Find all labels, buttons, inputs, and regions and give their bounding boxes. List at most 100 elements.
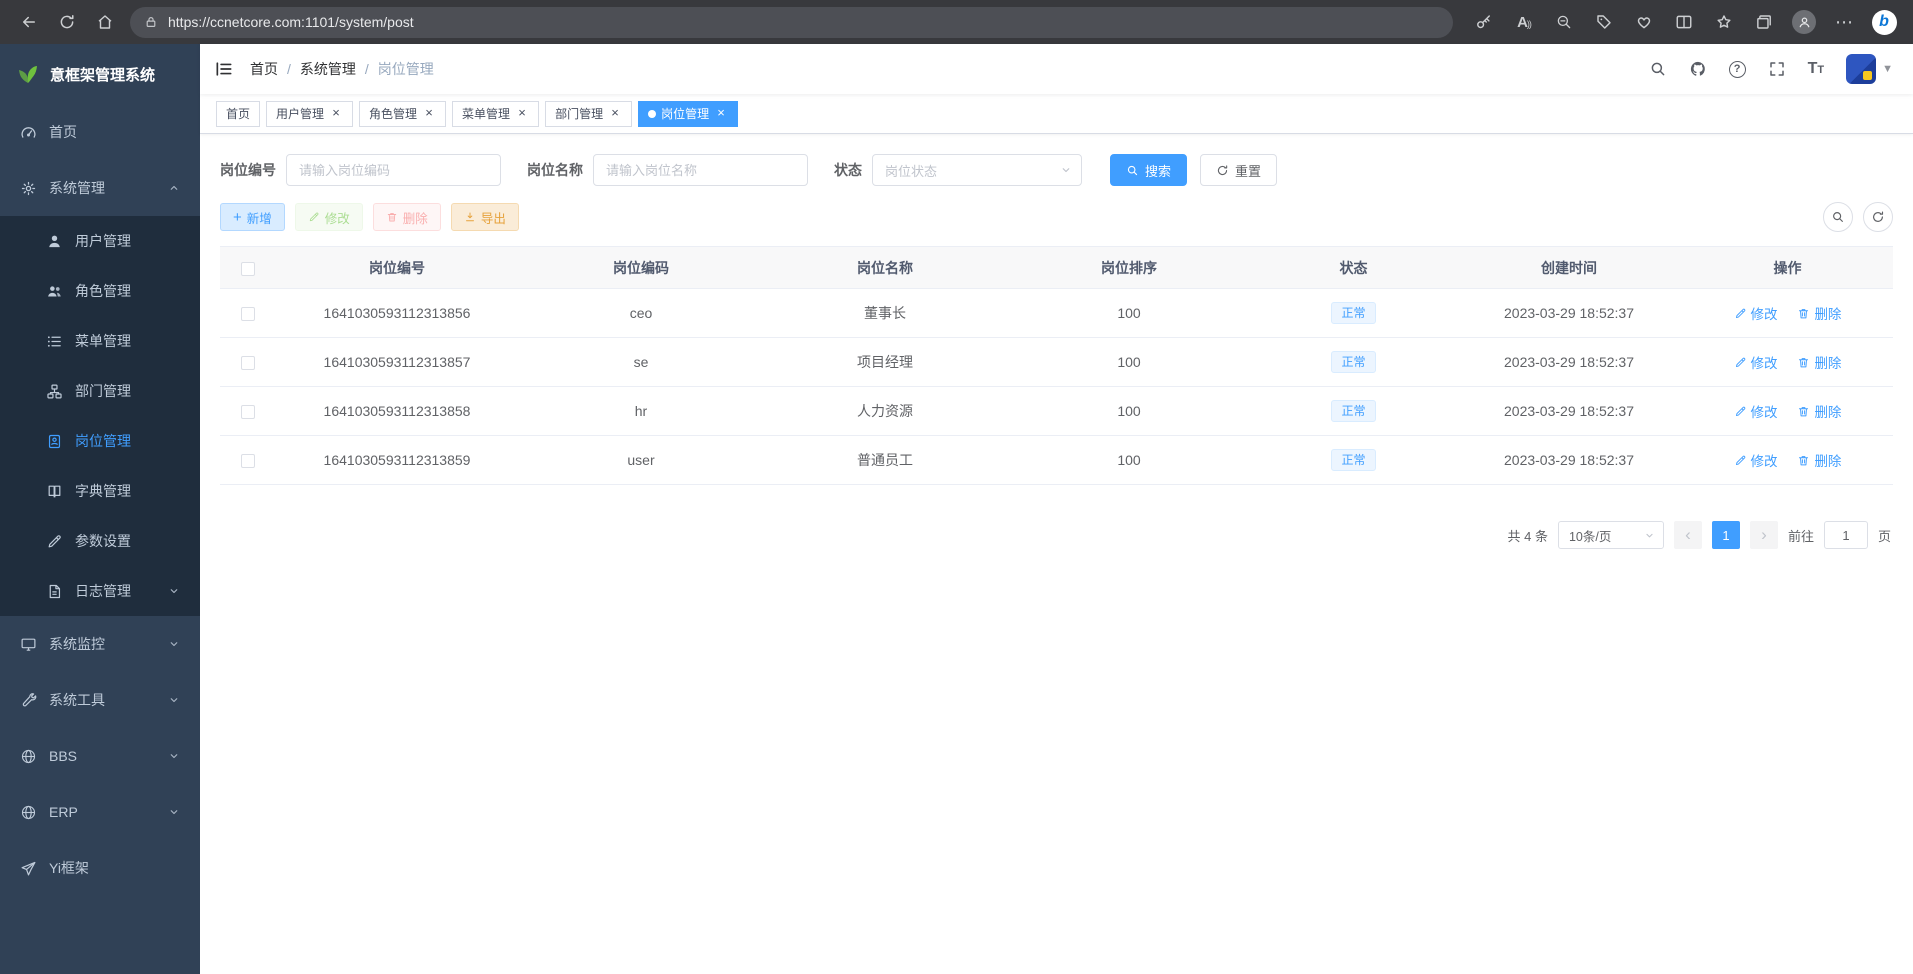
close-tab-icon[interactable]: × [714, 107, 728, 121]
chevron-down-icon [168, 585, 180, 597]
row-delete-button[interactable]: 删除 [1797, 352, 1841, 372]
sidebar-item-roles[interactable]: 角色管理 [0, 266, 200, 316]
add-button[interactable]: + 新增 [220, 203, 285, 231]
sidebar-item-logs[interactable]: 日志管理 [0, 566, 200, 616]
sidebar-item-departments[interactable]: 部门管理 [0, 366, 200, 416]
sidebar-item-yi-framework[interactable]: Yi框架 [0, 840, 200, 896]
status-select[interactable]: 岗位状态 [872, 154, 1082, 186]
back-button[interactable] [10, 5, 48, 39]
fullscreen-icon[interactable] [1768, 60, 1786, 78]
breadcrumb-system[interactable]: 系统管理 [300, 59, 356, 79]
document-icon [46, 583, 63, 600]
delete-button[interactable]: 删除 [373, 203, 441, 231]
zoom-button[interactable] [1545, 5, 1583, 39]
refresh-button[interactable] [48, 5, 86, 39]
browser-menu-button[interactable]: ⋯ [1825, 5, 1863, 39]
browser-toolbar: https://ccnetcore.com:1101/system/post A… [0, 0, 1913, 44]
breadcrumb: 首页 / 系统管理 / 岗位管理 [250, 59, 434, 79]
sidebar-item-bbs[interactable]: BBS [0, 728, 200, 784]
edit-button[interactable]: 修改 [295, 203, 363, 231]
row-edit-button[interactable]: 修改 [1734, 303, 1778, 323]
tab-label: 部门管理 [555, 105, 603, 122]
row-edit-button[interactable]: 修改 [1734, 401, 1778, 421]
close-tab-icon[interactable]: × [515, 107, 529, 121]
tab-role-management[interactable]: 角色管理 × [359, 101, 446, 127]
close-tab-icon[interactable]: × [329, 107, 343, 121]
tab-post-management[interactable]: 岗位管理 × [638, 101, 738, 127]
goto-page-input[interactable] [1824, 521, 1868, 549]
url-text[interactable]: https://ccnetcore.com:1101/system/post [168, 14, 414, 30]
sidebar-toggle-icon[interactable] [214, 59, 234, 79]
cell-created-time: 2023-03-29 18:52:37 [1456, 436, 1682, 485]
prev-page-button[interactable]: ‹ [1674, 521, 1702, 549]
page-1-button[interactable]: 1 [1712, 521, 1740, 549]
app-logo[interactable]: 意框架管理系统 [0, 44, 200, 104]
post-code-input[interactable] [286, 154, 501, 186]
sidebar-item-tools[interactable]: 系统工具 [0, 672, 200, 728]
sidebar-item-posts[interactable]: 岗位管理 [0, 416, 200, 466]
cell-post-id: 1641030593112313857 [275, 338, 519, 387]
sidebar-item-menus[interactable]: 菜单管理 [0, 316, 200, 366]
tab-department-management[interactable]: 部门管理 × [545, 101, 632, 127]
reset-button-label: 重置 [1235, 161, 1261, 180]
row-checkbox[interactable] [241, 454, 255, 468]
search-button[interactable]: 搜索 [1110, 154, 1187, 186]
sidebar-item-erp[interactable]: ERP [0, 784, 200, 840]
row-edit-button[interactable]: 修改 [1734, 352, 1778, 372]
close-tab-icon[interactable]: × [422, 107, 436, 121]
select-all-checkbox[interactable] [241, 262, 255, 276]
favorites-button[interactable] [1705, 5, 1743, 39]
profile-button[interactable] [1785, 5, 1823, 39]
user-menu[interactable]: ▼ [1846, 54, 1893, 84]
address-bar[interactable]: https://ccnetcore.com:1101/system/post [130, 7, 1453, 38]
font-size-icon[interactable]: TT [1808, 61, 1825, 77]
sidebar-item-users[interactable]: 用户管理 [0, 216, 200, 266]
row-edit-button[interactable]: 修改 [1734, 450, 1778, 470]
tab-home[interactable]: 首页 [216, 101, 260, 127]
collections-button[interactable] [1745, 5, 1783, 39]
close-tab-icon[interactable]: × [608, 107, 622, 121]
read-aloud-button[interactable]: A)) [1505, 5, 1543, 39]
book-icon [46, 483, 63, 500]
row-checkbox[interactable] [241, 405, 255, 419]
cell-post-id: 1641030593112313858 [275, 387, 519, 436]
github-icon[interactable] [1689, 60, 1707, 78]
cell-post-name: 董事长 [763, 289, 1007, 338]
table-row[interactable]: 1641030593112313856 ceo 董事长 100 正常 2023-… [220, 289, 1893, 338]
toggle-search-button[interactable] [1823, 202, 1853, 232]
sidebar-item-home[interactable]: 首页 [0, 104, 200, 160]
row-delete-button[interactable]: 删除 [1797, 303, 1841, 323]
sidebar-item-monitoring[interactable]: 系统监控 [0, 616, 200, 672]
copilot-button[interactable]: b [1865, 5, 1903, 39]
reset-button[interactable]: 重置 [1200, 154, 1277, 186]
export-button[interactable]: 导出 [451, 203, 519, 231]
refresh-table-button[interactable] [1863, 202, 1893, 232]
breadcrumb-home[interactable]: 首页 [250, 59, 278, 79]
row-delete-button[interactable]: 删除 [1797, 450, 1841, 470]
page-size-select[interactable]: 10条/页 [1558, 521, 1664, 549]
next-page-button[interactable]: › [1750, 521, 1778, 549]
sidebar-item-system[interactable]: 系统管理 [0, 160, 200, 216]
help-icon[interactable]: ? [1729, 61, 1746, 78]
password-button[interactable] [1465, 5, 1503, 39]
cell-created-time: 2023-03-29 18:52:37 [1456, 289, 1682, 338]
row-delete-button[interactable]: 删除 [1797, 401, 1841, 421]
row-checkbox[interactable] [241, 307, 255, 321]
table-row[interactable]: 1641030593112313857 se 项目经理 100 正常 2023-… [220, 338, 1893, 387]
tab-menu-management[interactable]: 菜单管理 × [452, 101, 539, 127]
tab-user-management[interactable]: 用户管理 × [266, 101, 353, 127]
table-row[interactable]: 1641030593112313858 hr 人力资源 100 正常 2023-… [220, 387, 1893, 436]
trash-icon [386, 211, 398, 223]
sidebar-item-parameters[interactable]: 参数设置 [0, 516, 200, 566]
split-screen-button[interactable] [1665, 5, 1703, 39]
sidebar-item-dictionary[interactable]: 字典管理 [0, 466, 200, 516]
row-checkbox[interactable] [241, 356, 255, 370]
home-button[interactable] [86, 5, 124, 39]
shopping-button[interactable] [1585, 5, 1623, 39]
table-row[interactable]: 1641030593112313859 user 普通员工 100 正常 202… [220, 436, 1893, 485]
cell-post-sort: 100 [1007, 436, 1251, 485]
menu-label: 岗位管理 [75, 431, 131, 451]
browser-essentials-button[interactable] [1625, 5, 1663, 39]
post-name-input[interactable] [593, 154, 808, 186]
search-icon[interactable] [1649, 60, 1667, 78]
